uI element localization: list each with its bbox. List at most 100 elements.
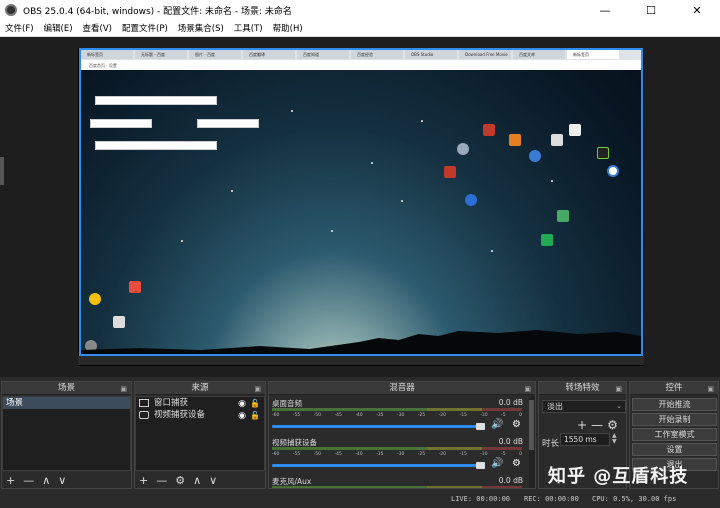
scenes-dock-title: 场景 [57,383,75,393]
desktop-app-icon [89,293,101,305]
scenes-list[interactable]: 场景 [2,396,131,471]
menu-scene-collection[interactable]: 场景集合(S) [173,22,229,34]
source-item[interactable]: 窗口捕获 ◉ 🔓 [136,397,264,409]
tick-label: -60 [272,452,280,457]
title-bar: OBS 25.0.4 (64-bit, windows) - 配置文件: 未命名… [0,0,720,20]
close-button[interactable]: ✕ [674,0,720,20]
desktop-app-icon [129,281,141,293]
duration-input[interactable]: 1550 ms [560,433,610,446]
tick-label: -45 [334,413,342,418]
obs-app-icon [5,4,17,16]
start-recording-button[interactable]: 开始录制 [632,413,717,426]
undock-icon[interactable]: ▣ [254,383,261,396]
undock-icon[interactable]: ▣ [524,383,531,396]
menu-edit[interactable]: 编辑(E) [39,22,78,34]
transition-select[interactable]: 淡出 ⌄ [542,400,626,413]
channel-db: 0.0 dB [498,398,523,407]
undock-icon[interactable]: ▣ [615,383,622,396]
menu-help[interactable]: 帮助(H) [268,22,308,34]
volume-meter [272,486,522,488]
tick-label: -5 [501,413,506,418]
tick-label: 0 [519,452,522,457]
move-source-up-button[interactable]: ∧ [189,474,205,488]
captured-url-row: 百度首页 · 设置 [81,60,641,70]
source-label: 视频捕获设备 [154,410,206,420]
sources-list[interactable]: 窗口捕获 ◉ 🔓 视频捕获设备 ◉ 🔓 [135,396,265,471]
star [331,230,333,232]
add-transition-button[interactable]: + [577,418,587,432]
scrollbar-thumb[interactable] [529,400,534,450]
desktop-app-icon [607,165,619,177]
captured-search-box [197,119,259,128]
move-scene-down-button[interactable]: ∨ [54,474,70,488]
tick-label: -35 [376,452,384,457]
move-source-down-button[interactable]: ∨ [205,474,221,488]
captured-tab: 百度翻译 [243,50,295,59]
live-status: LIVE: 00:00:00 [451,495,511,503]
start-streaming-button[interactable]: 开始推流 [632,398,717,411]
transition-buttons: + — ⚙ [577,418,618,432]
sources-toolbar: + — ⚙ ∧ ∨ [135,474,221,488]
volume-slider-knob[interactable] [476,462,485,469]
window-icon [139,399,149,407]
captured-search-box [90,119,152,128]
move-scene-up-button[interactable]: ∧ [38,474,54,488]
speaker-icon[interactable]: 🔊 [491,419,503,430]
undock-icon[interactable]: ▣ [707,383,714,396]
captured-tab: 新标签页 [81,50,133,59]
remove-transition-button[interactable]: — [591,418,603,432]
desktop-app-icon [457,143,469,155]
scene-item[interactable]: 场景 [3,397,130,409]
source-item[interactable]: 视频捕获设备 ◉ 🔓 [136,409,264,421]
star [491,250,493,252]
studio-mode-button[interactable]: 工作室模式 [632,428,717,441]
add-scene-button[interactable]: + [2,474,19,488]
source-label: 窗口捕获 [154,398,189,408]
gear-icon[interactable]: ⚙ [512,458,521,469]
volume-slider[interactable] [272,425,482,428]
tick-label: 0 [519,413,522,418]
visibility-eye-icon[interactable]: ◉ [238,410,246,422]
source-properties-gear-icon[interactable]: ⚙ [171,474,189,488]
menu-view[interactable]: 查看(V) [78,22,117,34]
menu-file[interactable]: 文件(F) [0,22,39,34]
transition-settings-gear-icon[interactable]: ⚙ [607,418,618,432]
speaker-icon[interactable]: 🔊 [491,458,503,469]
settings-button[interactable]: 设置 [632,443,717,456]
minimize-button[interactable]: — [582,0,628,20]
tick-label: -60 [272,413,280,418]
tick-label: -35 [376,413,384,418]
menu-profile[interactable]: 配置文件(P) [117,22,173,34]
menu-tools[interactable]: 工具(T) [229,22,268,34]
captured-tab: 图片 - 百度 [189,50,241,59]
captured-window-source[interactable]: 新标签页 无标题 - 百度 图片 - 百度 百度翻译 百度知道 百度经验 OBS… [79,48,643,356]
desktop-app-icon [444,166,456,178]
star [401,200,403,202]
side-handle[interactable] [0,157,4,185]
meter-ticks: -60 -55 -50 -45 -40 -35 -30 -25 -20 -15 -10 -5 0 [272,452,522,457]
captured-tab: 新标签页 [567,50,619,59]
scenes-dock: 场景 ▣ 场景 + — ∧ ∨ [1,381,132,489]
tick-label: -10 [480,452,488,457]
menu-bar: 文件(F) 编辑(E) 查看(V) 配置文件(P) 场景集合(S) 工具(T) … [0,20,720,37]
tick-label: -40 [355,413,363,418]
captured-tab: 无标题 - 百度 [135,50,187,59]
remove-source-button[interactable]: — [152,474,171,488]
remove-scene-button[interactable]: — [19,474,38,488]
volume-slider[interactable] [272,464,482,467]
volume-slider-knob[interactable] [476,423,485,430]
tick-label: -40 [355,452,363,457]
captured-tab: 百度知道 [297,50,349,59]
gear-icon[interactable]: ⚙ [512,419,521,430]
desktop-app-icon [557,210,569,222]
mixer-scrollbar[interactable] [529,396,535,488]
status-bar: LIVE: 00:00:00 REC: 00:00:00 CPU: 0.5%, … [0,491,720,508]
undock-icon[interactable]: ▣ [120,383,127,396]
desktop-app-icon [541,234,553,246]
watermark: 知乎 @互盾科技 [548,466,689,487]
maximize-button[interactable]: ☐ [628,0,674,20]
duration-spinner-icon[interactable]: ▲ ▼ [612,433,617,445]
transitions-dock-title: 转场特效 [565,383,600,393]
add-source-button[interactable]: + [135,474,152,488]
lock-icon[interactable]: 🔓 [250,410,260,422]
